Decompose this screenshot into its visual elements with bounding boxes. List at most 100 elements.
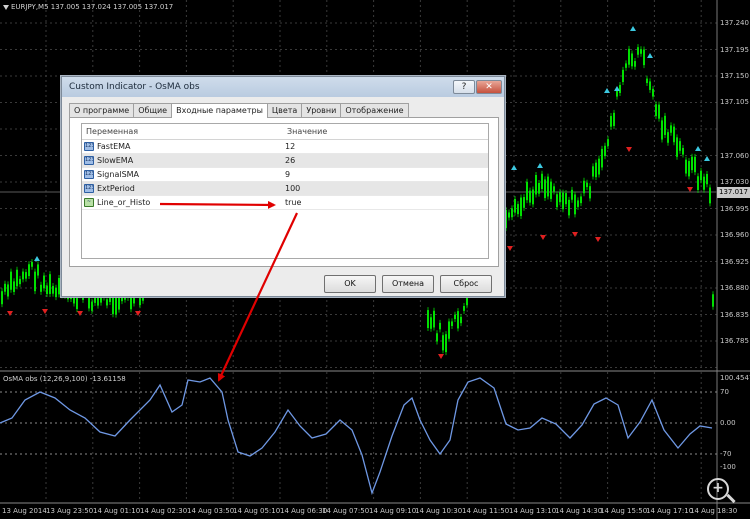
candle-body [685,159,687,174]
help-button[interactable]: ? [453,80,475,94]
table-row[interactable]: 123 SlowEMA 26 [82,154,488,168]
price-label: 136.960 [720,231,749,239]
candle-body [595,162,597,178]
candle-body [604,145,606,157]
candle-body [577,200,579,207]
param-value[interactable]: 9 [285,170,290,179]
price-label: 136.835 [720,311,749,319]
up-arrow-icon [695,146,701,151]
close-button[interactable]: ✕ [476,80,502,94]
candle-body [700,170,702,181]
price-label: 136.880 [720,284,749,292]
price-label: 136.995 [720,205,749,213]
param-value[interactable]: true [285,198,301,207]
time-axis-label: 13 Aug 23:50 [46,507,94,515]
int-icon: 123 [84,156,94,165]
indicator-scale-label: -70 [720,450,732,458]
tab-visualization[interactable]: Отображение [340,103,409,117]
tab-common[interactable]: Общие [133,103,173,117]
candle-body [19,278,21,285]
candle-body [670,125,672,133]
candle-body [55,287,57,298]
chart-menu-icon [3,4,9,10]
candle-body [28,264,30,277]
candle-body [22,271,24,280]
candle-body [460,316,462,324]
candle-body [598,158,600,175]
candle-body [532,189,534,205]
down-arrow-icon [438,354,444,359]
dialog-titlebar[interactable]: Custom Indicator - OsMA obs ? ✕ [62,77,504,97]
time-axis-label: 14 Aug 14:30 [555,507,603,515]
time-axis-label: 14 Aug 18:30 [690,507,738,515]
table-row[interactable]: 123 FastEMA 12 [82,140,488,154]
custom-indicator-dialog: Custom Indicator - OsMA obs ? ✕ О програ… [61,76,505,297]
candle-body [25,272,27,279]
indicator-scale-label: 0.00 [720,419,736,427]
down-arrow-icon [572,232,578,237]
candle-body [457,311,459,329]
tab-about[interactable]: О программе [69,103,135,117]
time-axis-label: 13 Aug 2014 [2,507,47,515]
candle-body [520,197,522,217]
candle-body [559,191,561,203]
time-axis-label: 14 Aug 11:50 [462,507,510,515]
candle-body [442,335,444,351]
candle-body [436,333,438,342]
candle-body [544,179,546,199]
parameters-table: Переменная Значение 123 FastEMA 12 123 S… [81,123,489,259]
chart-header: EURJPY,M5 137.005 137.024 137.005 137.01… [3,3,173,11]
param-name: FastEMA [97,142,131,151]
zoom-in-icon[interactable]: + [707,478,729,500]
tab-inputs[interactable]: Входные параметры [171,103,268,118]
chart-symbol-info: EURJPY,M5 137.005 137.024 137.005 137.01… [11,3,174,11]
reset-button[interactable]: Сброс [440,275,492,293]
up-arrow-icon [34,256,40,261]
candle-body [1,291,3,305]
time-axis-label: 14 Aug 10:30 [415,507,463,515]
candle-body [574,194,576,215]
candle-body [652,88,654,97]
candle-body [106,299,108,306]
price-label: 137.105 [720,98,749,106]
candle-body [712,294,714,307]
param-value[interactable]: 12 [285,142,295,151]
tab-colors[interactable]: Цвета [266,103,303,117]
down-arrow-icon [540,235,546,240]
table-row[interactable]: 123 SignalSMA 9 [82,168,488,182]
candle-body [40,284,42,292]
candle-body [451,321,453,327]
candle-body [619,84,621,93]
int-icon: 123 [84,142,94,151]
cancel-button[interactable]: Отмена [382,275,434,293]
table-row[interactable]: ~ Line_or_Histo true [82,196,488,210]
candle-body [514,199,516,213]
candle-body [580,196,582,204]
candle-body [697,176,699,191]
down-arrow-icon [687,187,693,192]
candle-body [508,212,510,218]
candle-body [445,334,447,353]
candle-body [589,186,591,199]
candle-body [523,197,525,208]
candle-body [526,181,528,201]
indicator-scale-label: 100.4547 [720,374,750,382]
param-value[interactable]: 100 [285,184,300,193]
time-axis-label: 14 Aug 03:50 [187,507,235,515]
candle-body [664,115,666,135]
candle-body [643,49,645,66]
int-icon: 123 [84,170,94,179]
candle-body [427,310,429,329]
tab-levels[interactable]: Уровни [301,103,342,117]
up-arrow-icon [511,165,517,170]
price-label: 137.060 [720,152,749,160]
ok-button[interactable]: OK [324,275,376,293]
time-axis-label: 14 Aug 05:10 [233,507,281,515]
candle-body [121,296,123,302]
candle-body [601,148,603,168]
candle-body [454,314,456,320]
candle-body [10,271,12,290]
table-row[interactable]: 123 ExtPeriod 100 [82,182,488,196]
price-label: 137.030 [720,178,749,186]
param-value[interactable]: 26 [285,156,295,165]
